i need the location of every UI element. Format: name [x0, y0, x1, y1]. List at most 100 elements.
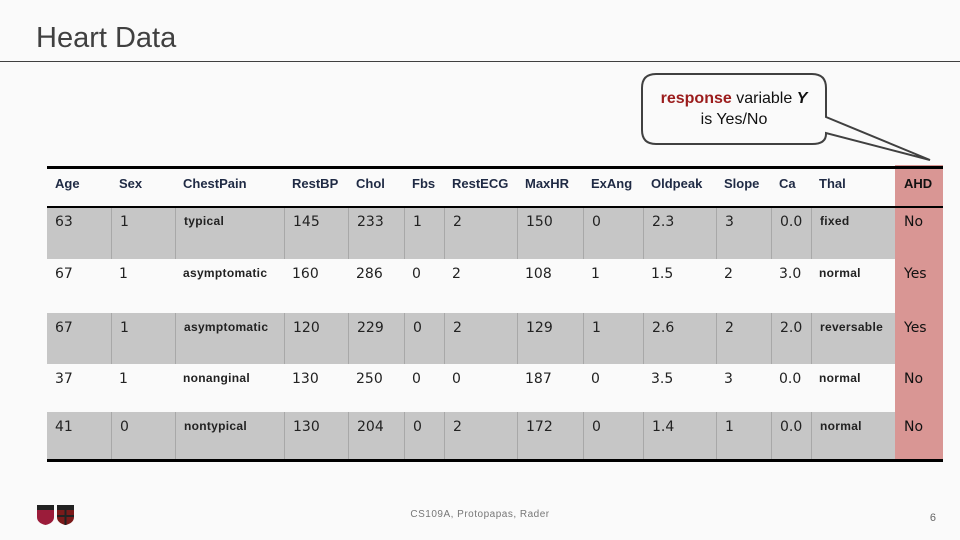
header-exang: ExAng	[591, 176, 633, 191]
cell-sex: 1	[111, 313, 175, 364]
cell-ahd: No	[904, 419, 924, 435]
cell-exang: 0	[591, 371, 600, 387]
cell-thal: normal	[819, 371, 861, 385]
cell-restbp: 130	[292, 371, 319, 387]
cell-ca: 2.0	[771, 313, 811, 364]
header-oldpeak: Oldpeak	[651, 176, 703, 191]
cell-restbp: 130	[284, 412, 348, 460]
cell-oldpeak: 1.4	[643, 412, 716, 460]
slide-title: Heart Data	[36, 22, 177, 54]
cell-restecg: 2	[444, 207, 517, 259]
header-fbs: Fbs	[412, 176, 436, 191]
cell-ca: 0.0	[771, 412, 811, 460]
cell-ca: 3.0	[779, 266, 802, 282]
footer-credits: CS109A, Protopapas, Rader	[410, 509, 550, 520]
table-header-rule	[47, 206, 943, 208]
header-restecg: RestECG	[452, 176, 509, 191]
header-ca: Ca	[779, 176, 796, 191]
table-top-rule	[47, 166, 943, 169]
cell-age: 41	[55, 419, 73, 435]
cell-slope: 1	[716, 412, 771, 460]
cell-sex: 1	[119, 371, 128, 387]
cell-chol: 233	[348, 207, 404, 259]
cell-maxhr: 129	[517, 313, 583, 364]
header-ahd: AHD	[904, 176, 933, 191]
header-restbp: RestBP	[292, 176, 339, 191]
table-row: 63 1 typical 145 233 1 2 150 0 2.3 3 0.0 fixed	[47, 207, 895, 259]
cell-thal: reversable	[811, 313, 895, 364]
cell-chestpain: asymptomatic	[175, 313, 284, 364]
callout-text: response variable Y is Yes/No	[643, 88, 825, 130]
cell-ca: 0.0	[771, 207, 811, 259]
cell-sex: 1	[119, 266, 128, 282]
callout-line-2: is Yes/No	[700, 111, 768, 128]
cell-fbs: 0	[404, 412, 444, 460]
cell-maxhr: 187	[525, 371, 552, 387]
callout-variable: Y	[796, 90, 808, 107]
cell-slope: 2	[716, 313, 771, 364]
cell-ahd: Yes	[904, 320, 927, 336]
cell-chol: 204	[348, 412, 404, 460]
cell-chol: 229	[348, 313, 404, 364]
cell-fbs: 0	[412, 371, 421, 387]
cell-slope: 2	[724, 266, 733, 282]
cell-chol: 286	[356, 266, 383, 282]
header-chol: Chol	[356, 176, 385, 191]
cell-chestpain: typical	[175, 207, 284, 259]
cell-fbs: 1	[404, 207, 444, 259]
cell-oldpeak: 2.3	[643, 207, 716, 259]
cell-age: 67	[55, 320, 73, 336]
cell-exang: 0	[583, 207, 643, 259]
cell-age: 63	[55, 214, 73, 230]
cell-chestpain: nonanginal	[183, 371, 250, 385]
cell-sex: 0	[111, 412, 175, 460]
cell-age: 67	[55, 266, 73, 282]
cell-slope: 3	[724, 371, 733, 387]
cell-thal: normal	[819, 266, 861, 280]
cell-ca: 0.0	[779, 371, 802, 387]
cell-restbp: 145	[284, 207, 348, 259]
cell-thal: fixed	[811, 207, 895, 259]
page-number: 6	[929, 512, 936, 524]
header-maxhr: MaxHR	[525, 176, 570, 191]
cell-chol: 250	[356, 371, 383, 387]
cell-ahd: No	[904, 371, 924, 387]
cell-oldpeak: 2.6	[643, 313, 716, 364]
header-slope: Slope	[724, 176, 760, 191]
cell-thal: normal	[811, 412, 895, 460]
cell-exang: 1	[591, 266, 600, 282]
table-header-row: Age Sex ChestPain RestBP Chol Fbs RestECG MaxHR…	[47, 168, 895, 207]
cell-maxhr: 108	[525, 266, 552, 282]
cell-chestpain: asymptomatic	[183, 266, 268, 280]
cell-ahd: Yes	[904, 266, 927, 282]
cell-sex: 1	[111, 207, 175, 259]
table-row: 67 1 asymptomatic 120 229 0 2 129 1 2.6 2 2.0 revers…	[47, 313, 895, 364]
cell-restbp: 160	[292, 266, 319, 282]
cell-oldpeak: 1.5	[651, 266, 674, 282]
cell-restecg: 0	[452, 371, 461, 387]
header-sex: Sex	[119, 176, 143, 191]
callout-middle: variable	[731, 90, 797, 107]
header-chestpain: ChestPain	[183, 176, 247, 191]
table-row: 41 0 nontypical 130 204 0 2 172 0 1.4 1 0.0 normal	[47, 412, 895, 460]
cell-restbp: 120	[284, 313, 348, 364]
table-row: 37 1 nonanginal 130 250 0 0 187 0 3.5 3 0.0 normal	[47, 364, 895, 412]
cell-fbs: 0	[404, 313, 444, 364]
cell-chestpain: nontypical	[175, 412, 284, 460]
cell-slope: 3	[716, 207, 771, 259]
cell-maxhr: 172	[517, 412, 583, 460]
cell-fbs: 0	[412, 266, 421, 282]
table-row: 67 1 asymptomatic 160 286 0 2 108 1 1.5 2 3.0 normal	[47, 259, 895, 313]
cell-exang: 0	[583, 412, 643, 460]
table-bottom-rule	[47, 459, 943, 462]
callout-line-1: response variable Y	[643, 88, 825, 109]
cell-ahd: No	[904, 214, 924, 230]
header-thal: Thal	[819, 176, 846, 191]
cell-restecg: 2	[444, 313, 517, 364]
cell-age: 37	[55, 371, 73, 387]
cell-maxhr: 150	[517, 207, 583, 259]
cell-restecg: 2	[444, 412, 517, 460]
cell-restecg: 2	[452, 266, 461, 282]
callout-highlight: response	[660, 90, 732, 107]
header-age: Age	[55, 176, 80, 191]
